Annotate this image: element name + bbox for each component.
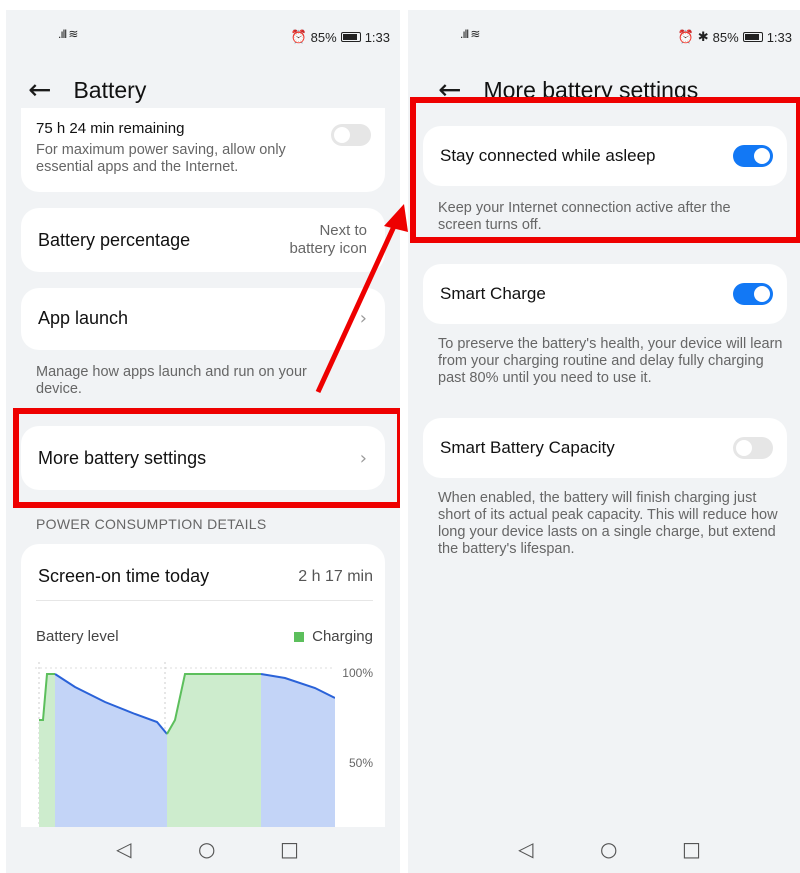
smart-capacity-toggle[interactable] — [733, 437, 773, 459]
remaining-time: 75 h 24 min remaining — [36, 120, 185, 137]
clock: 1:33 — [364, 29, 390, 45]
nav-bar: ◁ ○ □ — [408, 827, 800, 873]
app-launch-row[interactable]: App launch › — [21, 288, 385, 350]
consumption-card: Screen-on time today 2 h 17 min Battery … — [21, 544, 385, 873]
battery-screen: .ıll ≋ ⏰ 85% 1:33 ← Battery 75 h 24 min … — [6, 10, 400, 873]
signal-wifi-icon: .ıll ≋ — [58, 27, 78, 41]
charging-swatch — [294, 631, 305, 642]
divider — [36, 600, 373, 601]
smart-capacity-row[interactable]: Smart Battery Capacity — [423, 418, 787, 478]
power-saving-desc: For maximum power saving, allow only ess… — [36, 142, 286, 175]
battery-icon — [340, 32, 361, 42]
section-header: POWER CONSUMPTION DETAILS — [36, 516, 267, 532]
nav-bar: ◁ ○ □ — [6, 827, 400, 873]
smart-charge-label: Smart Charge — [440, 284, 546, 303]
nav-back-icon[interactable]: ◁ — [518, 837, 533, 861]
charging-legend: Charging — [294, 628, 373, 645]
chevron-right-icon: › — [359, 308, 367, 329]
battery-percent: 85% — [310, 29, 337, 45]
highlight-box — [410, 97, 800, 243]
battery-icon — [742, 32, 763, 42]
smart-charge-toggle[interactable] — [733, 283, 773, 305]
bluetooth-icon: ✱ — [697, 29, 709, 44]
smart-charge-row[interactable]: Smart Charge — [423, 264, 787, 324]
power-saving-card: 75 h 24 min remaining For maximum power … — [21, 108, 385, 192]
more-battery-settings-screen: .ıll ≋ ⏰ ✱ 85% 1:33 ← More battery setti… — [408, 10, 800, 873]
nav-recents-icon[interactable]: □ — [280, 837, 299, 861]
back-arrow-icon[interactable]: ← — [28, 76, 51, 104]
screen-on-value: 2 h 17 min — [298, 568, 373, 585]
battery-percentage-row[interactable]: Battery percentage Next to battery icon — [21, 208, 385, 272]
battery-percentage-value: Next to battery icon — [289, 222, 367, 257]
tick-50: 50% — [348, 756, 373, 770]
highlight-box — [13, 408, 400, 508]
power-saving-toggle[interactable] — [331, 124, 371, 146]
status-bar: .ıll ≋ ⏰ 85% 1:33 — [6, 10, 400, 62]
app-launch-desc: Manage how apps launch and run on your d… — [36, 364, 307, 397]
battery-percentage-label: Battery percentage — [38, 230, 191, 250]
battery-level-chart — [35, 662, 335, 842]
alarm-icon: ⏰ — [677, 29, 694, 44]
smart-capacity-label: Smart Battery Capacity — [440, 438, 615, 457]
page-title: Battery — [73, 76, 147, 103]
nav-recents-icon[interactable]: □ — [682, 837, 701, 861]
nav-home-icon[interactable]: ○ — [198, 837, 215, 861]
smart-charge-desc: To preserve the battery's health, your d… — [438, 336, 783, 386]
battery-percent: 85% — [712, 29, 739, 45]
smart-capacity-desc: When enabled, the battery will finish ch… — [438, 490, 778, 557]
nav-home-icon[interactable]: ○ — [600, 837, 617, 861]
battery-level-label: Battery level — [36, 628, 119, 645]
nav-back-icon[interactable]: ◁ — [116, 837, 131, 861]
screen-on-label: Screen-on time today — [38, 566, 210, 586]
app-launch-label: App launch — [38, 308, 129, 328]
alarm-icon: ⏰ — [290, 29, 307, 44]
status-bar: .ıll ≋ ⏰ ✱ 85% 1:33 — [408, 10, 800, 62]
signal-wifi-icon: .ıll ≋ — [460, 27, 480, 41]
tick-100: 100% — [342, 666, 373, 680]
clock: 1:33 — [766, 29, 792, 45]
